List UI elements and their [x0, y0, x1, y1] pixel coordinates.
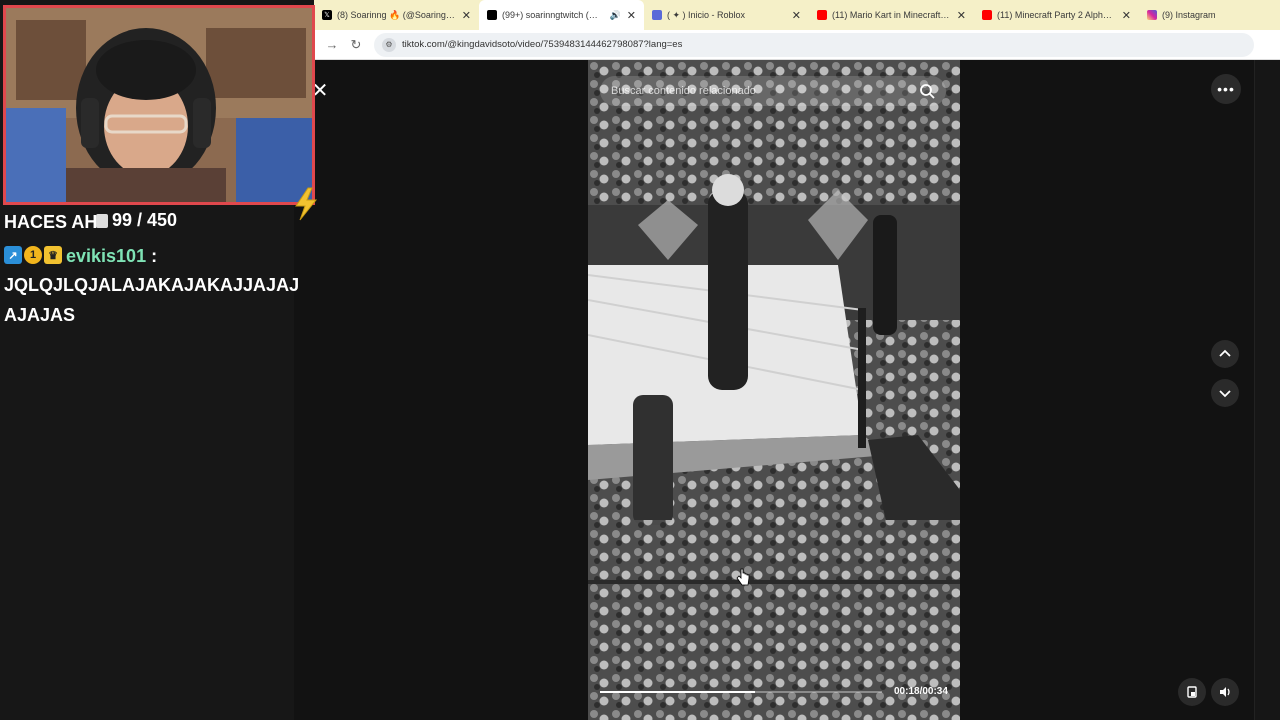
forward-icon[interactable]: → — [320, 33, 344, 57]
prime-badge-icon: ↗ — [4, 246, 22, 264]
goal-text: 99 / 450 — [112, 210, 178, 230]
tab-label: (11) Mario Kart in Minecraft | M... — [832, 10, 951, 20]
tab-close-icon[interactable]: ✕ — [1122, 9, 1131, 22]
tab-instagram[interactable]: (9) Instagram — [1139, 0, 1270, 30]
chat-username[interactable]: evikis101 : — [66, 246, 157, 267]
volume-icon — [1220, 687, 1230, 697]
hand-cursor-icon — [736, 568, 750, 586]
mini-player-button[interactable] — [1178, 678, 1206, 706]
tab-close-icon[interactable]: ✕ — [462, 9, 471, 22]
x-logo-icon: 𝕏 — [322, 10, 332, 20]
tab-label: (11) Minecraft Party 2 Alpha Tra... — [997, 10, 1116, 20]
video-frame — [588, 60, 960, 720]
tab-bar: 𝕏 (8) Soarinng 🔥 (@Soaringchu... ✕ (99+)… — [314, 0, 1280, 30]
video-player[interactable]: Buscar contenido relacionado 00:18/00:34 — [588, 60, 960, 720]
follower-goal: 99 / 450 — [96, 210, 177, 231]
mini-player-icon — [1187, 686, 1197, 698]
right-panel-edge — [1254, 60, 1280, 720]
url-field[interactable]: ⚙ tiktok.com/@kingdavidsoto/video/753948… — [374, 32, 1254, 57]
tab-x-soarinng[interactable]: 𝕏 (8) Soarinng 🔥 (@Soaringchu... ✕ — [314, 0, 479, 30]
chevron-up-icon — [1219, 349, 1231, 357]
lightning-bolt-icon — [295, 187, 318, 221]
tab-label: (8) Soarinng 🔥 (@Soaringchu... — [337, 9, 456, 20]
tab-close-icon[interactable]: ✕ — [627, 9, 636, 22]
tiktok-logo-icon — [487, 10, 497, 20]
speaker-icon[interactable]: 🔊 — [610, 10, 621, 21]
webcam-feed — [6, 8, 312, 202]
instagram-logo-icon — [1147, 10, 1157, 20]
progress-bar[interactable] — [600, 691, 882, 693]
chat-message-line: JQLQJLQJALAJAKAJAKAJJAJAJ — [4, 275, 300, 295]
tab-label: (99+) soarinngtwitch (@soa... — [502, 10, 606, 20]
search-input[interactable]: Buscar contenido relacionado — [600, 76, 946, 106]
tab-label: (9) Instagram — [1162, 10, 1216, 20]
time-display: 00:18/00:34 — [894, 686, 948, 697]
volume-button[interactable] — [1211, 678, 1239, 706]
tab-close-icon[interactable]: ✕ — [792, 9, 801, 22]
search-icon[interactable] — [918, 82, 936, 100]
address-bar: → ↻ ⚙ tiktok.com/@kingdavidsoto/video/75… — [314, 30, 1280, 60]
url-text: tiktok.com/@kingdavidsoto/video/75394831… — [402, 39, 683, 50]
chevron-down-icon — [1219, 390, 1231, 398]
youtube-logo-icon — [982, 10, 992, 20]
sub-badge-icon: 1 — [24, 246, 42, 264]
goal-icon — [96, 214, 108, 229]
tab-label: ( ✦ ) Inicio - Roblox — [667, 9, 746, 20]
roblox-logo-icon — [652, 10, 662, 20]
previous-video-button[interactable] — [1211, 340, 1239, 368]
tiktok-page: ✕ Buscar contenido relacionado 00:18/00:… — [294, 60, 1280, 720]
tab-youtube-mario-kart[interactable]: (11) Mario Kart in Minecraft | M... ✕ — [809, 0, 974, 30]
tab-tiktok[interactable]: (99+) soarinngtwitch (@soa... 🔊 ✕ — [479, 0, 644, 30]
screen: 𝕏 (8) Soarinng 🔥 (@Soaringchu... ✕ (99+)… — [0, 0, 1280, 720]
username-text: evikis101 — [66, 246, 147, 266]
webcam-overlay — [3, 5, 315, 205]
progress-fill — [600, 691, 756, 693]
tab-roblox[interactable]: ( ✦ ) Inicio - Roblox ✕ — [644, 0, 809, 30]
tab-youtube-minecraft-party[interactable]: (11) Minecraft Party 2 Alpha Tra... ✕ — [974, 0, 1139, 30]
next-video-button[interactable] — [1211, 379, 1239, 407]
reload-icon[interactable]: ↻ — [344, 33, 368, 57]
tab-close-icon[interactable]: ✕ — [957, 9, 966, 22]
site-info-icon[interactable]: ⚙ — [382, 37, 396, 52]
crown-badge-icon: ♛ — [44, 246, 62, 264]
username-colon: : — [146, 246, 158, 266]
chat-message-line: AJAJAS — [4, 305, 76, 325]
chat-message-line: HACES AHI — [4, 212, 103, 232]
chat-badges: ↗ 1 ♛ — [4, 246, 62, 264]
search-placeholder: Buscar contenido relacionado — [611, 85, 756, 97]
more-options-icon[interactable]: ••• — [1211, 74, 1241, 104]
youtube-logo-icon — [817, 10, 827, 20]
